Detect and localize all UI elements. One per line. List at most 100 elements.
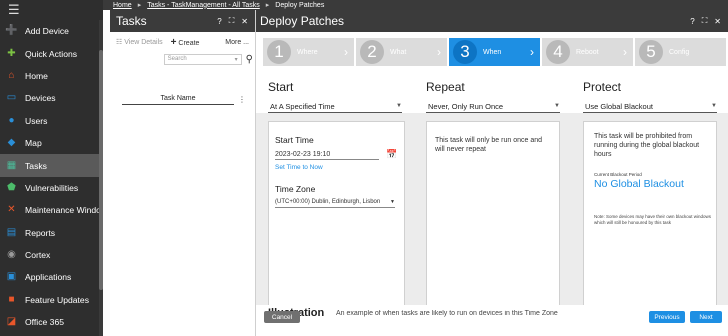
quick-actions-icon: ✚: [7, 47, 16, 59]
step-label: What: [390, 48, 407, 56]
step-reboot[interactable]: 4 Reboot ›: [542, 38, 633, 66]
step-when[interactable]: 3 When ›: [449, 38, 540, 66]
search-icon[interactable]: ⚲: [246, 54, 253, 65]
nav-item-applications[interactable]: ▣ Applications: [0, 266, 103, 288]
expand-icon[interactable]: ⛶: [702, 16, 708, 26]
nav-item-add-device[interactable]: ➕ Add Device: [0, 20, 103, 42]
protect-dropdown[interactable]: Use Global Blackout ▼: [583, 100, 717, 113]
step-number: 2: [360, 40, 384, 64]
blackout-note: Note: Some devices may have their own bl…: [594, 214, 712, 225]
view-details-label: View Details: [124, 39, 163, 46]
start-time-input[interactable]: 2023-02-23 19:10: [275, 149, 379, 160]
create-button[interactable]: + Create: [171, 37, 200, 48]
deploy-title: Deploy Patches: [260, 14, 345, 28]
step-what[interactable]: 2 What ›: [356, 38, 447, 66]
time-zone-label: Time Zone: [275, 184, 316, 194]
step-number: 1: [267, 40, 291, 64]
step-number: 5: [639, 40, 663, 64]
users-icon: ●: [8, 114, 15, 126]
nav-item-home[interactable]: ⌂ Home: [0, 65, 103, 87]
nav-item-label: Office 365: [25, 317, 65, 328]
devices-icon: ▭: [6, 92, 17, 104]
protect-heading: Protect: [583, 80, 622, 94]
cancel-button[interactable]: Cancel: [264, 311, 300, 323]
nav-item-office-365[interactable]: ◪ Office 365: [0, 311, 103, 333]
nav-item-label: Map: [25, 138, 42, 149]
nav-item-reports[interactable]: ▤ Reports: [0, 222, 103, 244]
chevron-down-icon: ▾: [234, 56, 238, 63]
help-icon[interactable]: ?: [690, 17, 694, 26]
chevron-down-icon: ▼: [554, 103, 560, 109]
nav-item-label: Maintenance Windows: [25, 205, 103, 216]
plus-icon: +: [170, 36, 177, 48]
nav-item-vulnerabilities[interactable]: ⬟ Vulnerabilities: [0, 177, 103, 199]
chevron-right-icon: ›: [623, 45, 627, 59]
start-card: Start Time 2023-02-23 19:10 📅 Set Time t…: [268, 121, 405, 309]
step-label: Reboot: [576, 48, 599, 56]
protect-text: This task will be prohibited from runnin…: [594, 133, 700, 158]
repeat-heading: Repeat: [426, 80, 465, 94]
chevron-right-icon: ›: [530, 45, 534, 59]
nav-scroll-thumb[interactable]: [99, 50, 103, 290]
create-label: Create: [178, 39, 200, 47]
nav-item-quick-actions[interactable]: ✚ Quick Actions: [0, 42, 103, 64]
repeat-dropdown[interactable]: Never, Only Run Once ▼: [426, 100, 560, 113]
deploy-footer: Illustration An example of when tasks ar…: [256, 305, 728, 336]
breadcrumb-sep: ▸: [137, 2, 142, 9]
step-number: 4: [546, 40, 570, 64]
set-time-now-link[interactable]: Set Time to Now: [275, 164, 323, 171]
nav-item-label: Reports: [25, 227, 56, 238]
chevron-down-icon: ▼: [390, 199, 395, 205]
nav-item-label: Devices: [25, 93, 56, 104]
breadcrumb-sep: ▸: [265, 2, 270, 9]
calendar-icon[interactable]: 📅: [386, 149, 397, 160]
nav-scrollbar[interactable]: [99, 20, 103, 336]
tasks-search: Search ▾ ⚲: [110, 52, 255, 66]
list-icon: ☷: [116, 39, 123, 46]
previous-button[interactable]: Previous: [649, 311, 685, 323]
nav-item-label: Quick Actions: [25, 48, 78, 59]
nav-item-devices[interactable]: ▭ Devices: [0, 87, 103, 109]
breadcrumb-current: Deploy Patches: [275, 1, 325, 9]
close-icon[interactable]: ✕: [714, 17, 721, 26]
expand-icon[interactable]: ⛶: [229, 16, 235, 26]
help-icon[interactable]: ?: [217, 17, 221, 26]
step-config[interactable]: 5 Config: [635, 38, 726, 66]
blackout-period-value: No Global Blackout: [594, 178, 684, 190]
close-icon[interactable]: ✕: [241, 17, 248, 26]
nav-item-label: Cortex: [25, 250, 51, 261]
breadcrumb-tasks[interactable]: Tasks - TaskManagement - All Tasks: [147, 2, 260, 9]
office-icon: ◪: [6, 316, 17, 328]
time-zone-dropdown[interactable]: (UTC+00:00) Dublin, Edinburgh, Lisbon ▼: [275, 197, 395, 208]
step-label: When: [483, 48, 502, 56]
nav-item-label: Feature Updates: [25, 294, 90, 305]
column-menu-icon[interactable]: ⋮: [238, 95, 246, 104]
nav-item-cortex[interactable]: ◉ Cortex: [0, 244, 103, 266]
step-where[interactable]: 1 Where ›: [263, 38, 354, 66]
protect-dropdown-value: Use Global Blackout: [585, 101, 653, 111]
nav-item-maintenance-windows[interactable]: ✕ Maintenance Windows: [0, 199, 103, 221]
time-zone-value: (UTC+00:00) Dublin, Edinburgh, Lisbon: [275, 199, 381, 205]
nav-item-tasks[interactable]: ▦ Tasks: [0, 154, 103, 177]
view-details-button[interactable]: ☷ View Details: [116, 38, 163, 46]
tasks-header: Tasks ? ⛶ ✕: [110, 10, 255, 32]
menu-icon[interactable]: ☰: [0, 0, 103, 20]
chevron-right-icon: ›: [437, 45, 441, 59]
nav-item-users[interactable]: ● Users: [0, 110, 103, 132]
tasks-panel: Tasks ? ⛶ ✕ ☷ View Details + Create More…: [110, 10, 256, 336]
step-number: 3: [453, 40, 477, 64]
nav-item-label: Tasks: [25, 160, 47, 171]
tasks-icon: ▦: [6, 159, 17, 171]
feature-updates-icon: ■: [8, 293, 15, 305]
illustration-text: An example of when tasks are likely to r…: [336, 310, 558, 317]
more-button[interactable]: More ...: [225, 39, 249, 46]
search-input[interactable]: Search ▾: [163, 53, 242, 65]
nav-item-feature-updates[interactable]: ■ Feature Updates: [0, 289, 103, 311]
start-dropdown[interactable]: At A Specified Time ▼: [268, 100, 402, 113]
next-button[interactable]: Next: [690, 311, 722, 323]
nav-item-map[interactable]: ◆ Map: [0, 132, 103, 154]
tasks-toolbar: ☷ View Details + Create More ...: [110, 32, 255, 52]
task-name-column-header[interactable]: Task Name: [122, 95, 234, 105]
repeat-text: This task will only be run once and will…: [435, 137, 542, 153]
breadcrumb-home[interactable]: Home: [113, 2, 132, 9]
